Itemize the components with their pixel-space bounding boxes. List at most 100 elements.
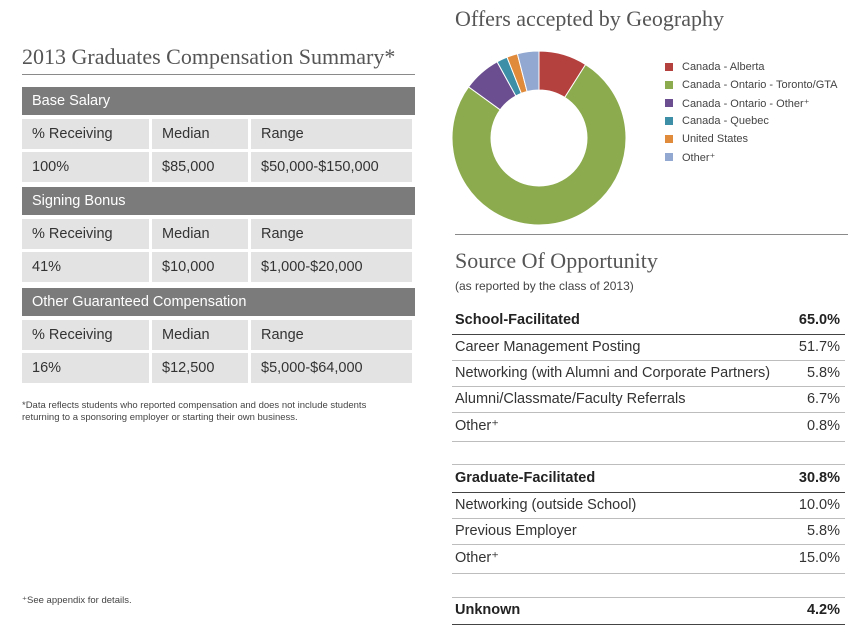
group-label: Unknown [455, 602, 521, 618]
row-divider [452, 573, 845, 574]
list-item: Previous Employer 5.8% [455, 521, 840, 541]
group-divider [452, 492, 845, 493]
appendix-footnote: ⁺See appendix for details. [22, 595, 132, 606]
geography-donut-chart [451, 50, 627, 226]
group-value: 30.8% [798, 470, 840, 486]
group-divider [452, 624, 845, 625]
legend-item: Canada - Alberta [665, 58, 838, 76]
table-row: 41% $10,000 $1,000-$20,000 [22, 252, 415, 282]
column-header: Range [251, 320, 412, 350]
group-label: School-Facilitated [455, 312, 580, 328]
base-salary-table: Base Salary % Receiving Median Range 100… [22, 87, 415, 185]
item-label: Career Management Posting [455, 339, 641, 355]
row-divider [452, 518, 845, 519]
item-value: 10.0% [798, 497, 840, 513]
row-divider [452, 360, 845, 361]
row-divider [452, 544, 845, 545]
column-header: Range [251, 119, 412, 149]
group-top-divider [452, 464, 845, 465]
row-divider [452, 386, 845, 387]
legend-item: United States [665, 130, 838, 148]
legend-item: Other⁺ [665, 148, 838, 166]
legend-swatch [665, 81, 673, 89]
source-subtitle: (as reported by the class of 2013) [455, 279, 634, 293]
section-header: Signing Bonus [22, 187, 415, 215]
legend-item: Canada - Ontario - Other⁺ [665, 94, 838, 112]
table-cell: 100% [22, 152, 149, 182]
legend-swatch [665, 63, 673, 71]
table-row: 16% $12,500 $5,000-$64,000 [22, 353, 415, 383]
table-cell: $50,000-$150,000 [251, 152, 412, 182]
group-label: Graduate-Facilitated [455, 470, 596, 486]
column-header: Median [152, 219, 248, 249]
item-label: Previous Employer [455, 523, 577, 539]
row-divider [452, 441, 845, 442]
title-divider [22, 74, 415, 75]
column-header: Median [152, 320, 248, 350]
list-item: Networking (with Alumni and Corporate Pa… [455, 363, 840, 383]
item-value: 51.7% [798, 339, 840, 355]
compensation-title: 2013 Graduates Compensation Summary* [22, 44, 396, 69]
group-divider [452, 334, 845, 335]
compensation-footnote: *Data reflects students who reported com… [22, 400, 367, 423]
item-label: Networking (with Alumni and Corporate Pa… [455, 365, 771, 381]
legend-swatch [665, 99, 673, 107]
legend-label: United States [682, 133, 749, 145]
legend-item: Canada - Ontario - Toronto/GTA [665, 76, 838, 94]
list-item: Networking (outside School) 10.0% [455, 495, 840, 515]
legend-label: Canada - Ontario - Other⁺ [682, 97, 810, 110]
item-value: 5.8% [806, 365, 840, 381]
source-title: Source Of Opportunity [455, 248, 658, 273]
group-value: 65.0% [798, 312, 840, 328]
table-cell: $5,000-$64,000 [251, 353, 412, 383]
item-value: 15.0% [798, 550, 840, 566]
item-label: Other⁺ [455, 550, 499, 566]
table-cell: 41% [22, 252, 149, 282]
legend-item: Canada - Quebec [665, 112, 838, 130]
column-header: % Receiving [22, 119, 149, 149]
section-divider [455, 234, 848, 235]
item-label: Networking (outside School) [455, 497, 637, 513]
item-value: 0.8% [806, 418, 840, 434]
table-header-row: % Receiving Median Range [22, 219, 415, 249]
column-header: % Receiving [22, 219, 149, 249]
chart-legend: Canada - Alberta Canada - Ontario - Toro… [665, 58, 838, 166]
item-value: 6.7% [806, 391, 840, 407]
group-row-school-facilitated: School-Facilitated 65.0% [455, 310, 840, 330]
table-cell: $1,000-$20,000 [251, 252, 412, 282]
group-top-divider [452, 597, 845, 598]
column-header: Range [251, 219, 412, 249]
legend-label: Canada - Alberta [682, 61, 765, 73]
legend-swatch [665, 135, 673, 143]
list-item: Alumni/Classmate/Faculty Referrals 6.7% [455, 389, 840, 409]
item-label: Alumni/Classmate/Faculty Referrals [455, 391, 686, 407]
signing-bonus-table: Signing Bonus % Receiving Median Range 4… [22, 187, 415, 285]
row-divider [452, 412, 845, 413]
column-header: Median [152, 119, 248, 149]
section-header: Base Salary [22, 87, 415, 115]
legend-swatch [665, 117, 673, 125]
item-value: 5.8% [806, 523, 840, 539]
column-header: % Receiving [22, 320, 149, 350]
section-header: Other Guaranteed Compensation [22, 288, 415, 316]
table-header-row: % Receiving Median Range [22, 119, 415, 149]
item-label: Other⁺ [455, 418, 499, 434]
legend-label: Other⁺ [682, 151, 716, 164]
table-header-row: % Receiving Median Range [22, 320, 415, 350]
table-cell: $85,000 [152, 152, 248, 182]
table-row: 100% $85,000 $50,000-$150,000 [22, 152, 415, 182]
geography-title: Offers accepted by Geography [455, 6, 724, 31]
other-compensation-table: Other Guaranteed Compensation % Receivin… [22, 288, 415, 386]
group-value: 4.2% [806, 602, 840, 618]
table-cell: $12,500 [152, 353, 248, 383]
legend-label: Canada - Ontario - Toronto/GTA [682, 79, 838, 91]
list-item: Other⁺ 15.0% [455, 548, 840, 568]
legend-swatch [665, 153, 673, 161]
table-cell: 16% [22, 353, 149, 383]
table-cell: $10,000 [152, 252, 248, 282]
list-item: Career Management Posting 51.7% [455, 337, 840, 357]
list-item: Other⁺ 0.8% [455, 416, 840, 436]
group-row-graduate-facilitated: Graduate-Facilitated 30.8% [455, 468, 840, 488]
group-row-unknown: Unknown 4.2% [455, 600, 840, 620]
legend-label: Canada - Quebec [682, 115, 769, 127]
